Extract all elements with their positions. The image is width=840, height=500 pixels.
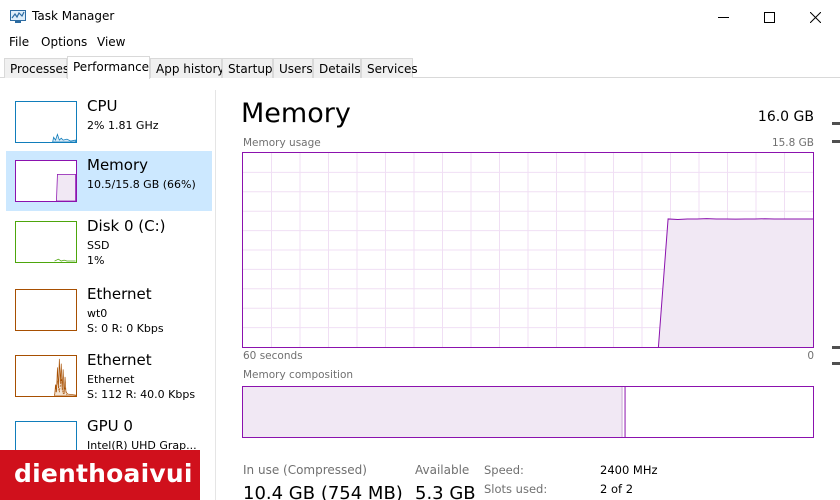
title-bar: Task Manager bbox=[0, 4, 840, 30]
in-use-label: In use (Compressed) bbox=[243, 463, 367, 477]
memory-usage-area bbox=[658, 218, 813, 347]
brand-text: dienthoaivui bbox=[14, 459, 193, 488]
memory-thumbnail-graph bbox=[15, 160, 77, 202]
ethernet-wt0-thumbnail-graph bbox=[15, 289, 77, 331]
time-axis-start: 60 seconds bbox=[243, 350, 303, 362]
ethernet-throughput: S: 112 R: 40.0 Kbps bbox=[87, 388, 196, 401]
ethernet-wt0-name: Ethernet bbox=[87, 285, 152, 303]
tab-bar: Processes Performance App history Startu… bbox=[0, 56, 840, 79]
memory-detail: 10.5/15.8 GB (66%) bbox=[87, 178, 196, 191]
in-use-segment bbox=[243, 387, 623, 437]
maximize-icon bbox=[763, 11, 775, 23]
tab-details[interactable]: Details bbox=[313, 58, 361, 78]
sidebar-item-cpu[interactable]: CPU 2% 1.81 GHz bbox=[6, 92, 212, 152]
slots-label: Slots used: bbox=[484, 482, 548, 496]
disk-thumbnail-graph bbox=[15, 221, 77, 263]
memory-panel: Memory 16.0 GB Memory usage 15.8 GB 60 s… bbox=[216, 78, 840, 500]
memory-usage-chart bbox=[243, 153, 813, 347]
ethernet-adapter: Ethernet bbox=[87, 373, 135, 386]
time-axis-end: 0 bbox=[807, 350, 814, 362]
memory-composition-label: Memory composition bbox=[243, 369, 354, 381]
page-title: Memory bbox=[241, 98, 351, 129]
sidebar-item-ethernet-wt0[interactable]: Ethernet wt0 S: 0 R: 0 Kbps bbox=[6, 280, 212, 340]
ethernet-wt0-adapter: wt0 bbox=[87, 307, 108, 320]
memory-total: 16.0 GB bbox=[757, 109, 814, 125]
memory-composition-chart bbox=[243, 387, 626, 437]
menu-file[interactable]: File bbox=[9, 35, 29, 49]
cpu-detail: 2% 1.81 GHz bbox=[87, 119, 159, 132]
sidebar-item-memory[interactable]: Memory 10.5/15.8 GB (66%) bbox=[6, 151, 212, 211]
menu-bar: File Options View bbox=[0, 32, 840, 52]
available-label: Available bbox=[415, 463, 470, 477]
memory-name: Memory bbox=[87, 156, 149, 174]
ethernet-wt0-throughput: S: 0 R: 0 Kbps bbox=[87, 322, 164, 335]
close-button[interactable] bbox=[792, 4, 838, 30]
speed-value: 2400 MHz bbox=[600, 463, 658, 477]
cpu-name: CPU bbox=[87, 97, 118, 115]
menu-view[interactable]: View bbox=[97, 35, 125, 49]
memory-composition-bar bbox=[242, 386, 814, 438]
disk-usage: 1% bbox=[87, 254, 105, 267]
minimize-icon bbox=[717, 16, 729, 18]
slots-value: 2 of 2 bbox=[600, 482, 634, 496]
tab-services[interactable]: Services bbox=[361, 58, 418, 78]
tab-processes[interactable]: Processes bbox=[4, 58, 69, 78]
window-title: Task Manager bbox=[32, 9, 115, 23]
gpu-name: GPU 0 bbox=[87, 417, 133, 435]
resource-sidebar: CPU 2% 1.81 GHz Memory 10.5/15.8 GB (66%… bbox=[0, 90, 216, 500]
ethernet-name: Ethernet bbox=[87, 351, 152, 369]
tab-startup[interactable]: Startup bbox=[222, 58, 273, 78]
sidebar-item-disk[interactable]: Disk 0 (C:) SSD 1% bbox=[6, 212, 212, 272]
tab-performance[interactable]: Performance bbox=[67, 56, 150, 79]
tab-users[interactable]: Users bbox=[273, 58, 313, 78]
minimize-button[interactable] bbox=[700, 4, 746, 30]
scrollbar-marks bbox=[830, 110, 840, 370]
disk-name: Disk 0 (C:) bbox=[87, 217, 166, 235]
speed-label: Speed: bbox=[484, 463, 524, 477]
sidebar-item-ethernet[interactable]: Ethernet Ethernet S: 112 R: 40.0 Kbps bbox=[6, 346, 212, 406]
memory-usage-max: 15.8 GB bbox=[771, 137, 814, 149]
maximize-button[interactable] bbox=[746, 4, 792, 30]
in-use-value: 10.4 GB (754 MB) bbox=[243, 483, 403, 500]
ethernet-thumbnail-graph bbox=[15, 355, 77, 397]
menu-options[interactable]: Options bbox=[41, 35, 87, 49]
cpu-thumbnail-graph bbox=[15, 101, 77, 143]
task-manager-icon bbox=[10, 10, 26, 23]
available-value: 5.3 GB bbox=[415, 483, 476, 500]
close-icon bbox=[809, 11, 821, 23]
brand-logo: dienthoaivui bbox=[0, 450, 200, 500]
disk-type: SSD bbox=[87, 239, 110, 252]
memory-usage-graph bbox=[242, 152, 814, 348]
memory-usage-label: Memory usage bbox=[243, 137, 321, 149]
tab-app-history[interactable]: App history bbox=[150, 58, 225, 78]
